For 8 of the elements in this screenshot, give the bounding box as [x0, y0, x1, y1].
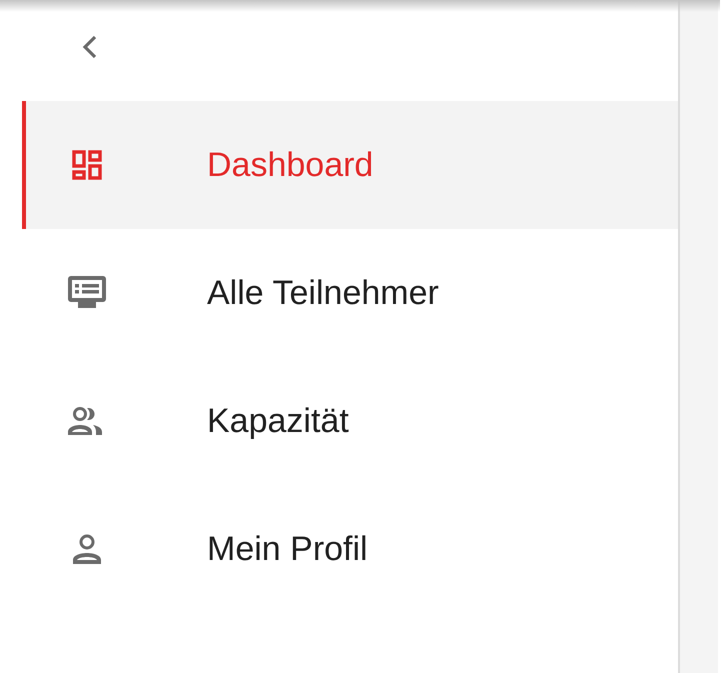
nav-item[interactable]: Alle Teilnehmer	[22, 229, 678, 357]
person-icon	[72, 534, 100, 564]
nav-item[interactable]: Mein Profil	[22, 485, 678, 613]
nav-item[interactable]: Kapazität	[22, 357, 678, 485]
dashboard-icon	[72, 150, 102, 180]
chevron-left-icon	[81, 34, 99, 60]
nav-item[interactable]: Dashboard	[22, 101, 678, 229]
monitor-list-icon	[68, 276, 106, 310]
